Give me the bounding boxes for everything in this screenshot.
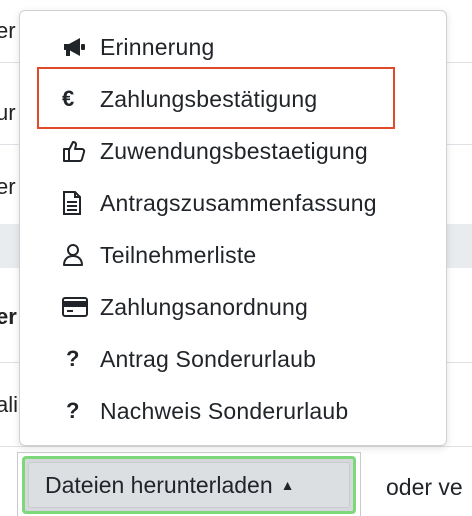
menu-item-label: Antragszusammenfassung — [100, 189, 377, 216]
thumbs-up-icon — [62, 138, 100, 164]
euro-glyph: € — [62, 86, 75, 111]
document-icon — [62, 190, 100, 216]
menu-item-zahlungsbestaetigung[interactable]: € Zahlungsbestätigung — [20, 74, 446, 124]
menu-item-label: Erinnerung — [100, 33, 215, 60]
background-cell-text: ali — [0, 392, 19, 417]
menu-item-antragszusammenfassung[interactable]: Antragszusammenfassung — [20, 178, 446, 228]
background-cell-text: er — [0, 18, 16, 43]
caret-up-icon: ▲ — [280, 477, 295, 493]
user-icon — [62, 242, 100, 268]
menu-item-nachweis-sonderurlaub[interactable]: ? Nachweis Sonderurlaub — [20, 386, 446, 436]
menu-item-label: Teilnehmerliste — [100, 241, 257, 268]
credit-card-icon — [62, 294, 100, 320]
question-glyph: ? — [66, 346, 80, 371]
trailing-text: oder ve — [386, 474, 463, 500]
background-cell-text: ur — [0, 100, 16, 125]
menu-item-label: Zuwendungsbestaetigung — [100, 137, 368, 164]
stage: er ur er er ali Erinnerung € Zahlungsbes… — [0, 0, 472, 516]
menu-item-zuwendungsbestaetigung[interactable]: Zuwendungsbestaetigung — [20, 126, 446, 176]
menu-item-zahlungsanordnung[interactable]: Zahlungsanordnung — [20, 282, 446, 332]
megaphone-icon — [62, 34, 100, 60]
download-button-label: Dateien herunterladen — [45, 471, 273, 498]
background-cell-text: er — [0, 174, 16, 199]
menu-item-label: Nachweis Sonderurlaub — [100, 397, 349, 424]
question-glyph: ? — [66, 398, 80, 423]
question-icon: ? — [62, 346, 100, 372]
download-button-focus-ring: Dateien herunterladen ▲ — [22, 456, 356, 514]
question-icon: ? — [62, 398, 100, 424]
download-dropdown-menu: Erinnerung € Zahlungsbestätigung Zuwendu… — [19, 10, 447, 446]
menu-item-erinnerung[interactable]: Erinnerung — [20, 22, 446, 72]
background-cell-text: er — [0, 304, 17, 329]
download-files-button[interactable]: Dateien herunterladen ▲ — [28, 462, 350, 508]
euro-icon: € — [62, 86, 100, 112]
menu-item-label: Antrag Sonderurlaub — [100, 345, 317, 372]
menu-item-label: Zahlungsbestätigung — [100, 85, 318, 112]
menu-item-antrag-sonderurlaub[interactable]: ? Antrag Sonderurlaub — [20, 334, 446, 384]
menu-item-teilnehmerliste[interactable]: Teilnehmerliste — [20, 230, 446, 280]
menu-item-label: Zahlungsanordnung — [100, 293, 309, 320]
